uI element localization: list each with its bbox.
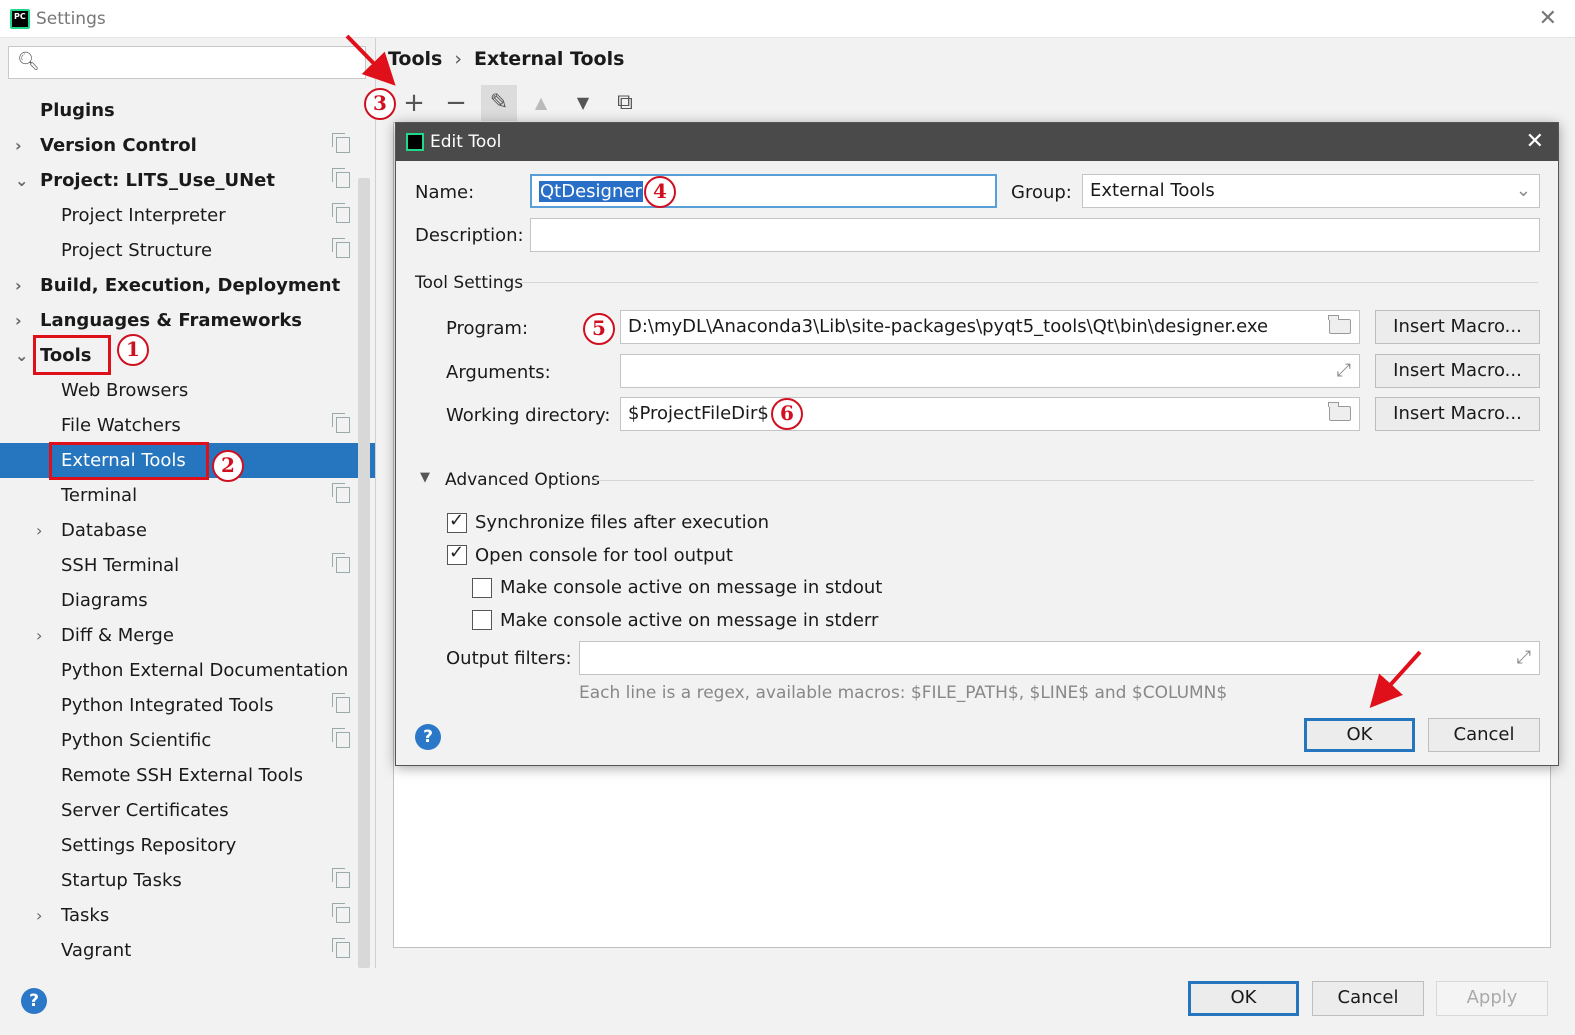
annotation-arrow-ok [1369,650,1422,708]
annotation-arrows [345,34,1422,708]
apply-button[interactable]: Apply [1436,981,1548,1016]
cancel-button[interactable]: Cancel [1312,981,1424,1016]
footer-help-icon[interactable]: ? [21,988,47,1014]
annotation-arrow-add [345,34,396,86]
ok-button[interactable]: OK [1188,981,1299,1016]
